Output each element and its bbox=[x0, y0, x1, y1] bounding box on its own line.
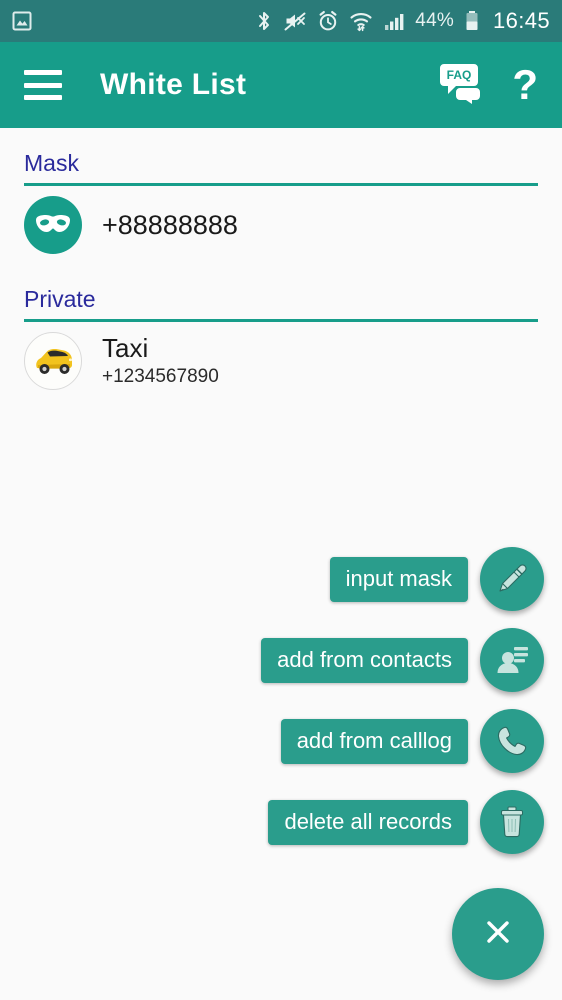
trash-icon[interactable] bbox=[480, 790, 544, 854]
fab-label[interactable]: input mask bbox=[329, 556, 468, 602]
toolbar-actions: FAQ ? bbox=[438, 61, 544, 110]
sound-mute-icon bbox=[283, 9, 307, 33]
wifi-icon bbox=[349, 9, 373, 33]
mask-icon bbox=[24, 196, 82, 254]
status-bar: 44% 16:45 bbox=[0, 0, 562, 42]
taxi-car-avatar bbox=[24, 332, 82, 390]
fab-close-button[interactable] bbox=[452, 888, 544, 980]
pencil-icon[interactable] bbox=[480, 547, 544, 611]
fab-speed-dial: input mask add from contacts add from ca bbox=[261, 547, 544, 980]
fab-label[interactable]: add from calllog bbox=[280, 718, 468, 764]
list-item-text: Taxi +1234567890 bbox=[102, 332, 219, 389]
alarm-clock-icon bbox=[316, 9, 340, 33]
contacts-icon[interactable] bbox=[480, 628, 544, 692]
status-bar-right-icons: 44% 16:45 bbox=[254, 8, 550, 34]
fab-action-input-mask[interactable]: input mask bbox=[329, 547, 544, 611]
help-question-mark-icon[interactable]: ? bbox=[512, 64, 544, 106]
fab-label[interactable]: delete all records bbox=[268, 799, 468, 845]
section-header: Mask bbox=[24, 128, 538, 186]
cell-signal-icon bbox=[382, 9, 406, 33]
list-item[interactable]: Taxi +1234567890 bbox=[0, 322, 562, 400]
list-item-text: +88888888 bbox=[102, 210, 238, 241]
fab-action-delete-all-records[interactable]: delete all records bbox=[268, 790, 544, 854]
svg-text:FAQ: FAQ bbox=[447, 68, 472, 82]
list-item-number: +1234567890 bbox=[102, 366, 219, 388]
fab-label[interactable]: add from contacts bbox=[261, 637, 468, 683]
section-mask: Mask +88888888 bbox=[0, 128, 562, 264]
fab-action-add-from-calllog[interactable]: add from calllog bbox=[280, 709, 544, 773]
page-title: White List bbox=[100, 68, 247, 101]
hamburger-menu-icon[interactable] bbox=[24, 70, 62, 100]
battery-icon bbox=[464, 9, 480, 33]
bluetooth-icon bbox=[254, 9, 274, 33]
app-toolbar: White List FAQ ? bbox=[0, 42, 562, 128]
faq-speech-bubble-icon[interactable]: FAQ bbox=[438, 61, 484, 110]
hamburger-line bbox=[24, 70, 62, 75]
status-bar-left-icons bbox=[10, 9, 34, 33]
list-item[interactable]: +88888888 bbox=[0, 186, 562, 264]
battery-percent-label: 44% bbox=[415, 10, 454, 31]
hamburger-line bbox=[24, 95, 62, 100]
phone-handset-icon[interactable] bbox=[480, 709, 544, 773]
status-bar-clock: 16:45 bbox=[492, 8, 550, 33]
section-private: Private Taxi +1234567890 bbox=[0, 264, 562, 400]
section-title: Private bbox=[24, 286, 96, 312]
list-item-number: +88888888 bbox=[102, 209, 238, 240]
section-header: Private bbox=[24, 264, 538, 322]
section-title: Mask bbox=[24, 150, 79, 176]
fab-action-add-from-contacts[interactable]: add from contacts bbox=[261, 628, 544, 692]
hamburger-line bbox=[24, 82, 62, 88]
image-icon bbox=[10, 9, 34, 33]
list-item-name: Taxi bbox=[102, 332, 149, 363]
close-x-icon bbox=[481, 915, 515, 954]
